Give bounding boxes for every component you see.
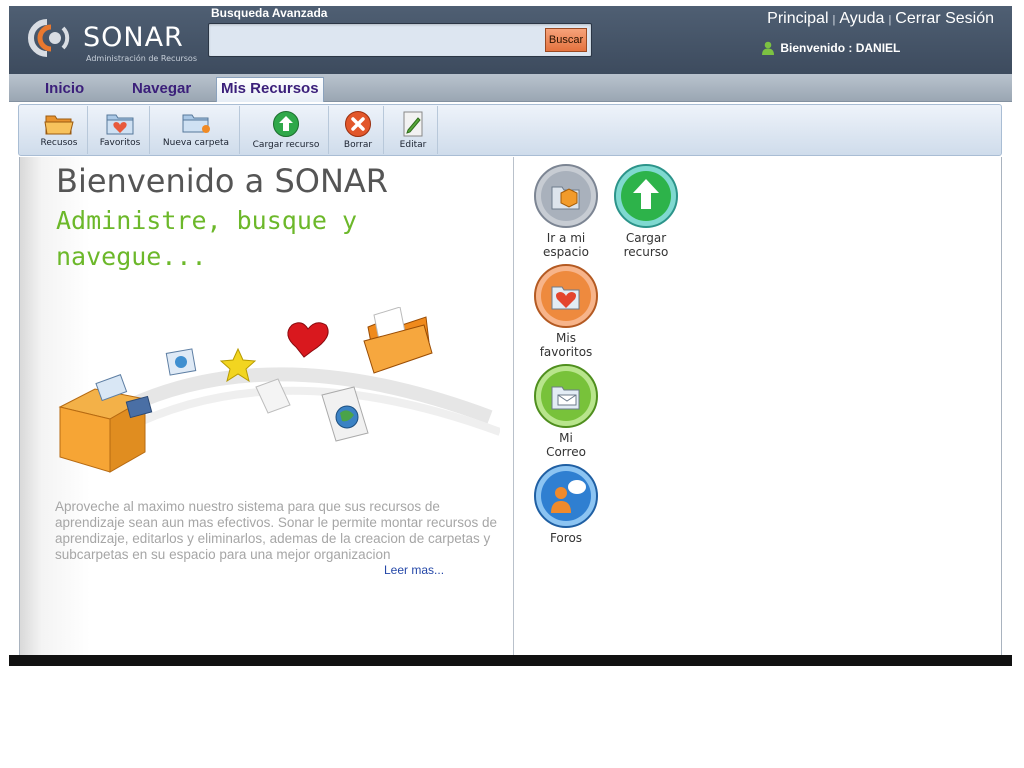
toolbar-label: Favoritos: [99, 138, 141, 148]
toolbar-label: Editar: [399, 140, 427, 150]
logo-text: SONAR: [83, 22, 184, 53]
shortcut-label: Mis: [556, 331, 576, 345]
toolbar-editar-button[interactable]: Editar: [389, 106, 438, 154]
bottom-bar: [9, 655, 1012, 666]
tab-bar: Inicio Navegar Mis Recursos: [9, 74, 1012, 102]
read-more-link[interactable]: Leer mas...: [384, 563, 444, 577]
sonar-logo-icon: [28, 19, 70, 57]
toolbar-label: Recusos: [40, 138, 78, 148]
content-area: Bienvenido a SONAR Administre, busque y …: [19, 157, 1002, 655]
favorites-icon: [534, 264, 598, 328]
link-principal[interactable]: Principal: [767, 10, 828, 27]
search-box: Buscar: [208, 23, 592, 57]
new-folder-icon: [182, 114, 210, 133]
toolbar-cargar-recurso-button[interactable]: Cargar recurso: [244, 106, 329, 154]
welcome-title: Bienvenido a SONAR: [56, 162, 389, 200]
tab-navegar[interactable]: Navegar: [132, 78, 191, 100]
toolbar-borrar-button[interactable]: Borrar: [333, 106, 384, 154]
shortcut-my-mail[interactable]: Mi Correo: [526, 363, 606, 459]
favorites-folder-icon: [106, 114, 134, 135]
shortcut-label: Ir a mi: [546, 231, 586, 245]
shortcut-label: Cargar: [625, 231, 667, 245]
mail-icon: [534, 364, 598, 428]
toolbar-recursos-button[interactable]: Recusos: [31, 106, 88, 154]
upload-icon: [614, 164, 678, 228]
welcome-subtitle: Administre, busque y navegue...: [56, 206, 358, 271]
resources-illustration: [58, 307, 500, 473]
shortcut-forums[interactable]: Foros: [526, 463, 606, 545]
advanced-search-link[interactable]: Busqueda Avanzada: [211, 6, 327, 20]
toolbar-label: Borrar: [343, 140, 373, 150]
search-input[interactable]: [213, 28, 542, 52]
link-ayuda[interactable]: Ayuda: [839, 10, 884, 27]
welcome-description: Aproveche al maximo nuestro sistema para…: [55, 499, 497, 562]
welcome-panel: Bienvenido a SONAR Administre, busque y …: [20, 157, 514, 655]
toolbar-nueva-carpeta-button[interactable]: Nueva carpeta: [153, 106, 240, 154]
shortcuts-panel: Ir a mi espacio Cargar recurso Mis favor…: [514, 157, 1001, 655]
tab-inicio[interactable]: Inicio: [45, 78, 84, 100]
edit-icon: [403, 111, 423, 137]
shortcut-label: favoritos: [539, 345, 593, 359]
header: SONAR Administración de Recursos Busqued…: [9, 6, 1012, 74]
top-links: Principal | Ayuda | Cerrar Sesión: [767, 10, 994, 28]
toolbar-favoritos-button[interactable]: Favoritos: [91, 106, 150, 154]
search-button[interactable]: Buscar: [545, 28, 587, 52]
logo-subtitle: Administración de Recursos: [86, 54, 197, 63]
shortcut-upload-resource[interactable]: Cargar recurso: [606, 163, 686, 259]
link-cerrar-sesion[interactable]: Cerrar Sesión: [895, 10, 994, 27]
shortcut-label: Foros: [549, 531, 583, 545]
delete-icon: [345, 111, 371, 137]
forum-icon: [534, 464, 598, 528]
shortcut-label: recurso: [623, 245, 669, 259]
username: DANIEL: [855, 41, 901, 55]
shortcut-my-space[interactable]: Ir a mi espacio: [526, 163, 606, 259]
user-icon: [762, 41, 774, 55]
separator: |: [832, 14, 836, 26]
shortcut-label: Mi: [559, 431, 573, 445]
shortcut-label: Correo: [546, 445, 586, 459]
welcome-prefix: Bienvenido :: [780, 41, 853, 55]
shortcut-label: espacio: [543, 245, 589, 259]
shortcut-my-favorites[interactable]: Mis favoritos: [526, 263, 606, 359]
separator: |: [888, 14, 892, 26]
toolbar-label: Nueva carpeta: [162, 138, 230, 148]
toolbar: Recusos Favoritos Nueva carpeta Cargar r…: [18, 104, 1002, 156]
welcome-user: Bienvenido : DANIEL: [762, 41, 900, 55]
upload-icon: [273, 111, 299, 137]
toolbar-label: Cargar recurso: [252, 140, 320, 150]
folder-open-icon: [44, 115, 74, 135]
tab-mis-recursos[interactable]: Mis Recursos: [216, 77, 324, 102]
my-space-icon: [534, 164, 598, 228]
